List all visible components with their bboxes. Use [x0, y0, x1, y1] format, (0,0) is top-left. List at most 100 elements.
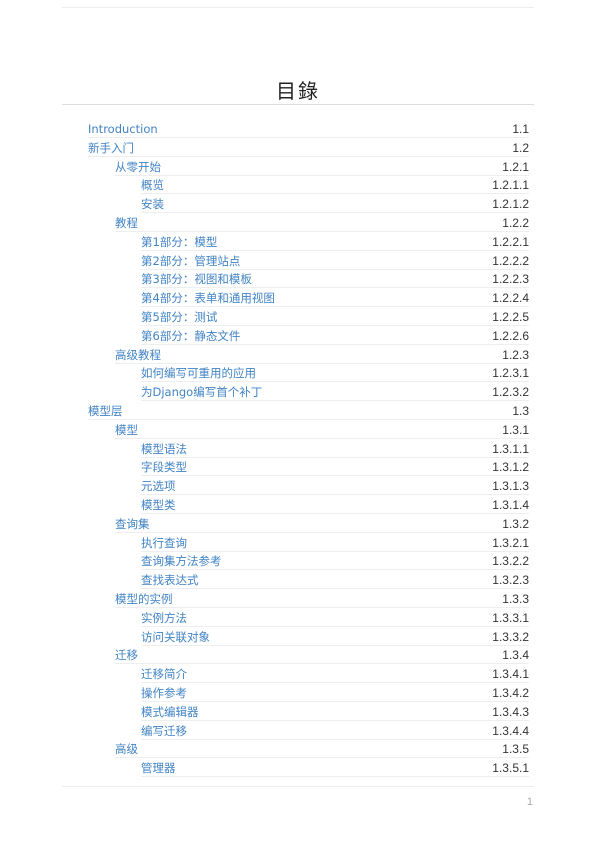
toc-link[interactable]: 模型层: [88, 404, 123, 418]
toc-row[interactable]: 管理器 1.3.5.1: [0, 759, 596, 778]
toc-entry[interactable]: 操作参考 1.3.4.2: [141, 684, 529, 702]
toc-link[interactable]: 安装: [141, 197, 164, 211]
toc-entry[interactable]: 查找表达式 1.3.2.3: [141, 571, 529, 590]
toc-link[interactable]: 新手入门: [88, 141, 134, 155]
toc-entry[interactable]: 查询集方法参考 1.3.2.2: [141, 552, 529, 571]
toc-entry[interactable]: 实例方法 1.3.3.1: [141, 609, 529, 627]
toc-entry[interactable]: 查询集 1.3.2: [115, 515, 529, 533]
toc-link[interactable]: 第1部分：模型: [141, 235, 217, 249]
toc-row[interactable]: 模型语法 1.3.1.1: [0, 440, 596, 459]
toc-entry[interactable]: 第3部分：视图和模板 1.2.2.3: [141, 270, 529, 289]
toc-row[interactable]: 第1部分：模型 1.2.2.1: [0, 233, 596, 252]
toc-entry[interactable]: 编写迁移 1.3.4.4: [141, 722, 529, 740]
toc-entry[interactable]: 从零开始 1.2.1: [115, 158, 529, 176]
toc-link[interactable]: 管理器: [141, 761, 176, 775]
toc-row[interactable]: 实例方法 1.3.3.1: [0, 609, 596, 628]
toc-entry[interactable]: 第1部分：模型 1.2.2.1: [141, 233, 529, 251]
toc-link[interactable]: 第3部分：视图和模板: [141, 272, 252, 286]
toc-row[interactable]: 模型类 1.3.1.4: [0, 496, 596, 515]
toc-link[interactable]: 模型: [115, 423, 138, 437]
toc-link[interactable]: 第5部分：测试: [141, 310, 217, 324]
toc-entry[interactable]: 访问关联对象 1.3.3.2: [141, 628, 529, 646]
toc-entry[interactable]: 模型 1.3.1: [115, 421, 529, 439]
toc-entry[interactable]: 迁移简介 1.3.4.1: [141, 665, 529, 684]
toc-entry[interactable]: 字段类型 1.3.1.2: [141, 458, 529, 477]
toc-row[interactable]: 模型的实例 1.3.3: [0, 590, 596, 609]
toc-row[interactable]: 为Django编写首个补丁 1.2.3.2: [0, 383, 596, 402]
toc-row[interactable]: 查询集方法参考 1.3.2.2: [0, 552, 596, 571]
toc-entry[interactable]: 管理器 1.3.5.1: [141, 759, 529, 778]
toc-link[interactable]: 执行查询: [141, 536, 187, 550]
toc-entry[interactable]: 第6部分：静态文件 1.2.2.6: [141, 327, 529, 345]
toc-row[interactable]: 访问关联对象 1.3.3.2: [0, 628, 596, 647]
toc-link[interactable]: 元选项: [141, 479, 176, 493]
toc-row[interactable]: 第4部分：表单和通用视图 1.2.2.4: [0, 289, 596, 308]
toc-link[interactable]: 第4部分：表单和通用视图: [141, 291, 275, 305]
toc-row[interactable]: 如何编写可重用的应用 1.2.3.1: [0, 364, 596, 383]
toc-row[interactable]: 第2部分：管理站点 1.2.2.2: [0, 252, 596, 271]
toc-link[interactable]: 如何编写可重用的应用: [141, 366, 256, 380]
toc-link[interactable]: Introduction: [88, 122, 158, 136]
toc-row[interactable]: 元选项 1.3.1.3: [0, 477, 596, 496]
toc-link[interactable]: 访问关联对象: [141, 630, 210, 644]
toc-entry[interactable]: 高级教程 1.2.3: [115, 346, 529, 364]
toc-link[interactable]: 第6部分：静态文件: [141, 329, 240, 343]
toc-row[interactable]: 新手入门 1.2: [0, 139, 596, 158]
toc-entry[interactable]: 第5部分：测试 1.2.2.5: [141, 308, 529, 326]
toc-row[interactable]: 高级 1.3.5: [0, 740, 596, 759]
toc-row[interactable]: 教程 1.2.2: [0, 214, 596, 233]
toc-entry[interactable]: 模式编辑器 1.3.4.3: [141, 703, 529, 721]
toc-row[interactable]: 从零开始 1.2.1: [0, 158, 596, 177]
toc-entry[interactable]: 模型类 1.3.1.4: [141, 496, 529, 514]
toc-row[interactable]: 执行查询 1.3.2.1: [0, 534, 596, 553]
toc-row[interactable]: 第6部分：静态文件 1.2.2.6: [0, 327, 596, 346]
toc-entry[interactable]: 概览 1.2.1.1: [141, 176, 529, 195]
toc-link[interactable]: 概览: [141, 178, 164, 192]
toc-row[interactable]: 操作参考 1.3.4.2: [0, 684, 596, 703]
toc-entry[interactable]: 教程 1.2.2: [115, 214, 529, 232]
toc-link[interactable]: 教程: [115, 216, 138, 230]
toc-row[interactable]: 第3部分：视图和模板 1.2.2.3: [0, 270, 596, 289]
toc-link[interactable]: 操作参考: [141, 686, 187, 700]
toc-row[interactable]: 模式编辑器 1.3.4.3: [0, 703, 596, 722]
toc-entry[interactable]: 迁移 1.3.4: [115, 646, 529, 665]
toc-row[interactable]: 查找表达式 1.3.2.3: [0, 571, 596, 590]
toc-entry[interactable]: 模型层 1.3: [88, 402, 529, 420]
toc-link[interactable]: 模型的实例: [115, 592, 173, 606]
toc-row[interactable]: 字段类型 1.3.1.2: [0, 458, 596, 477]
toc-row[interactable]: 第5部分：测试 1.2.2.5: [0, 308, 596, 327]
toc-link[interactable]: 查询集方法参考: [141, 554, 222, 568]
toc-entry[interactable]: 如何编写可重用的应用 1.2.3.1: [141, 364, 529, 383]
toc-row[interactable]: 模型 1.3.1: [0, 421, 596, 440]
toc-link[interactable]: 从零开始: [115, 160, 161, 174]
toc-entry[interactable]: 安装 1.2.1.2: [141, 195, 529, 214]
toc-link[interactable]: 编写迁移: [141, 724, 187, 738]
toc-link[interactable]: 高级教程: [115, 348, 161, 362]
toc-link[interactable]: 字段类型: [141, 460, 187, 474]
toc-link[interactable]: 模型语法: [141, 442, 187, 456]
toc-entry[interactable]: 高级 1.3.5: [115, 740, 529, 759]
toc-entry[interactable]: Introduction 1.1: [88, 120, 529, 138]
toc-row[interactable]: 概览 1.2.1.1: [0, 176, 596, 195]
toc-entry[interactable]: 执行查询 1.3.2.1: [141, 534, 529, 552]
toc-entry[interactable]: 模型的实例 1.3.3: [115, 590, 529, 608]
toc-link[interactable]: 迁移: [115, 648, 138, 662]
toc-row[interactable]: 查询集 1.3.2: [0, 515, 596, 534]
toc-link[interactable]: 高级: [115, 742, 138, 756]
toc-row[interactable]: 高级教程 1.2.3: [0, 346, 596, 365]
toc-entry[interactable]: 模型语法 1.3.1.1: [141, 440, 529, 458]
toc-row[interactable]: 编写迁移 1.3.4.4: [0, 722, 596, 741]
toc-link[interactable]: 模型类: [141, 498, 176, 512]
toc-link[interactable]: 第2部分：管理站点: [141, 254, 240, 268]
toc-entry[interactable]: 第2部分：管理站点 1.2.2.2: [141, 252, 529, 270]
toc-link[interactable]: 模式编辑器: [141, 705, 199, 719]
toc-link[interactable]: 为Django编写首个补丁: [141, 385, 262, 399]
toc-entry[interactable]: 新手入门 1.2: [88, 139, 529, 157]
toc-link[interactable]: 迁移简介: [141, 667, 187, 681]
toc-row[interactable]: 模型层 1.3: [0, 402, 596, 421]
toc-entry[interactable]: 元选项 1.3.1.3: [141, 477, 529, 496]
toc-entry[interactable]: 第4部分：表单和通用视图 1.2.2.4: [141, 289, 529, 308]
toc-entry[interactable]: 为Django编写首个补丁 1.2.3.2: [141, 383, 529, 402]
toc-link[interactable]: 查询集: [115, 517, 150, 531]
toc-row[interactable]: 迁移 1.3.4: [0, 646, 596, 665]
